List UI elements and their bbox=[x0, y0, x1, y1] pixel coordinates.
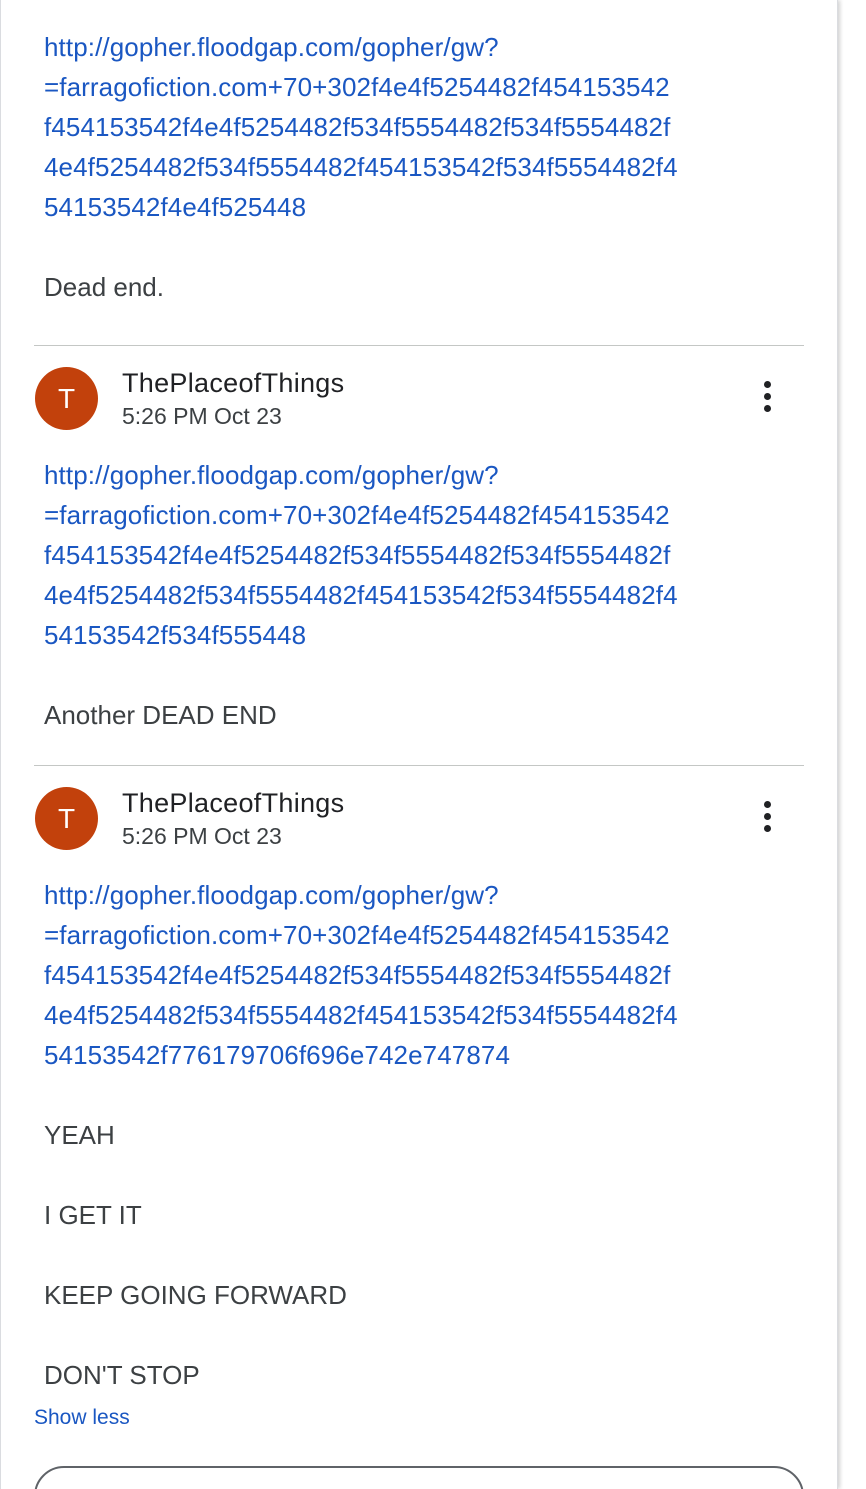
comment-text: Dead end. bbox=[44, 272, 164, 302]
link-line: f454153542f4e4f5254482f534f5554482f534f5… bbox=[44, 540, 671, 570]
comment-text: I GET IT bbox=[44, 1200, 142, 1230]
comment-text: Another DEAD END bbox=[44, 700, 277, 730]
link-line: =farragofiction.com+70+302f4e4f5254482f4… bbox=[44, 500, 670, 530]
comment-panel: http://gopher.floodgap.com/gopher/gw? =f… bbox=[0, 0, 838, 1489]
link-line: f454153542f4e4f5254482f534f5554482f534f5… bbox=[44, 112, 671, 142]
comment-link[interactable]: http://gopher.floodgap.com/gopher/gw? =f… bbox=[44, 875, 804, 1075]
more-vert-icon[interactable] bbox=[749, 374, 785, 418]
comment-timestamp: 5:26 PM Oct 23 bbox=[122, 403, 282, 429]
comment-link[interactable]: http://gopher.floodgap.com/gopher/gw? =f… bbox=[44, 455, 804, 655]
author-name[interactable]: ThePlaceofThings bbox=[122, 788, 344, 819]
comment-body: http://gopher.floodgap.com/gopher/gw? =f… bbox=[44, 27, 804, 227]
link-line: 54153542f4e4f525448 bbox=[44, 192, 307, 222]
author-name[interactable]: ThePlaceofThings bbox=[122, 368, 344, 399]
comment-text: DON'T STOP bbox=[44, 1360, 200, 1390]
comment-link[interactable]: http://gopher.floodgap.com/gopher/gw? =f… bbox=[44, 27, 804, 227]
show-less-link[interactable]: Show less bbox=[34, 1406, 130, 1430]
more-vert-icon[interactable] bbox=[749, 794, 785, 838]
avatar[interactable]: T bbox=[35, 787, 98, 850]
comment-timestamp: 5:26 PM Oct 23 bbox=[122, 823, 282, 849]
link-line: http://gopher.floodgap.com/gopher/gw? bbox=[44, 880, 499, 910]
link-line: http://gopher.floodgap.com/gopher/gw? bbox=[44, 460, 499, 490]
link-line: 4e4f5254482f534f5554482f454153542f534f55… bbox=[44, 580, 678, 610]
comment-body: http://gopher.floodgap.com/gopher/gw? =f… bbox=[44, 455, 804, 655]
reply-input[interactable] bbox=[34, 1466, 804, 1489]
comment-text: YEAH bbox=[44, 1120, 115, 1150]
comment-text: KEEP GOING FORWARD bbox=[44, 1280, 347, 1310]
link-line: f454153542f4e4f5254482f534f5554482f534f5… bbox=[44, 960, 671, 990]
link-line: 4e4f5254482f534f5554482f454153542f534f55… bbox=[44, 152, 678, 182]
link-line: 54153542f534f555448 bbox=[44, 620, 307, 650]
link-line: 54153542f776179706f696e742e747874 bbox=[44, 1040, 511, 1070]
comment-divider bbox=[34, 345, 804, 346]
comment-divider bbox=[34, 765, 804, 766]
link-line: http://gopher.floodgap.com/gopher/gw? bbox=[44, 32, 499, 62]
comment-body: http://gopher.floodgap.com/gopher/gw? =f… bbox=[44, 875, 804, 1075]
avatar[interactable]: T bbox=[35, 367, 98, 430]
link-line: =farragofiction.com+70+302f4e4f5254482f4… bbox=[44, 72, 670, 102]
link-line: 4e4f5254482f534f5554482f454153542f534f55… bbox=[44, 1000, 678, 1030]
link-line: =farragofiction.com+70+302f4e4f5254482f4… bbox=[44, 920, 670, 950]
